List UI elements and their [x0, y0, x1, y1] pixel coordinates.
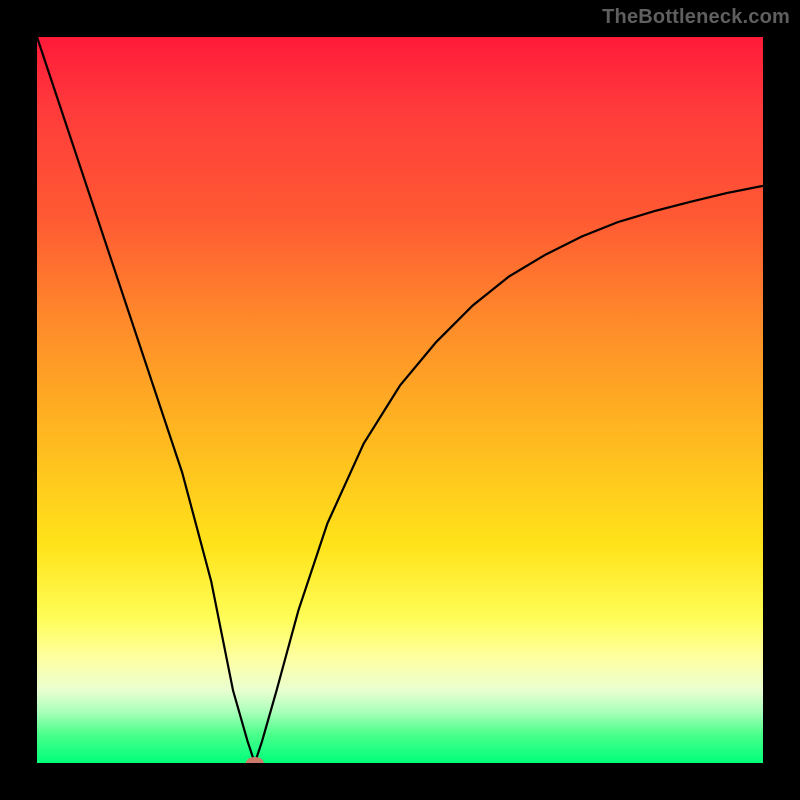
- minimum-marker: [246, 757, 264, 763]
- plot-area: [37, 37, 763, 763]
- watermark-text: TheBottleneck.com: [602, 6, 790, 29]
- chart-container: TheBottleneck.com: [0, 0, 800, 800]
- bottleneck-curve: [37, 37, 763, 763]
- curve-svg: [37, 37, 763, 763]
